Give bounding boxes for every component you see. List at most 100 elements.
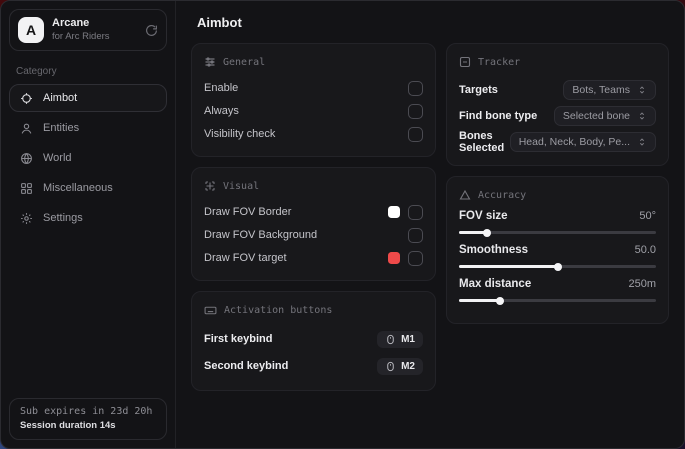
setting-label: Draw FOV Border — [204, 206, 291, 218]
sidebar-item-label: Entities — [43, 122, 79, 134]
slider-thumb[interactable] — [554, 263, 562, 271]
setting-value: 50.0 — [635, 244, 656, 256]
setting-row-enable: Enable — [204, 77, 423, 99]
draw-fov-background-checkbox[interactable] — [408, 228, 423, 243]
card-title: Tracker — [478, 57, 520, 68]
setting-value: 250m — [628, 278, 656, 290]
activation-buttons-card: Activation buttons First keybind M1 — [191, 291, 436, 391]
square-minus-icon — [459, 56, 471, 68]
general-card: General Enable Always Visibility check — [191, 43, 436, 157]
setting-row-always: Always — [204, 100, 423, 122]
sidebar-item-entities[interactable]: Entities — [9, 114, 167, 142]
setting-row-find-bone-type: Find bone type Selected bone — [459, 103, 656, 128]
accuracy-card: Accuracy FOV size 50° — [446, 176, 669, 324]
setting-label: Find bone type — [459, 110, 537, 122]
card-title: Accuracy — [478, 190, 526, 201]
card-title: General — [223, 57, 265, 68]
sidebar: A Arcane for Arc Riders Category Aimbot — [1, 1, 176, 448]
setting-row-visibility-check: Visibility check — [204, 123, 423, 145]
sidebar-item-label: Miscellaneous — [43, 182, 113, 194]
mouse-icon — [385, 361, 396, 372]
page-title: Aimbot — [197, 15, 669, 30]
sidebar-item-label: Settings — [43, 212, 83, 224]
sidebar-item-label: Aimbot — [43, 92, 77, 104]
triangle-icon — [459, 189, 471, 201]
category-label: Category — [16, 66, 160, 77]
setting-label: Always — [204, 105, 239, 117]
keyboard-icon — [204, 304, 217, 317]
slider-thumb[interactable] — [483, 229, 491, 237]
color-swatch-white[interactable] — [388, 206, 400, 218]
second-keybind-button[interactable]: M2 — [377, 358, 423, 375]
setting-row-smoothness: Smoothness 50.0 — [459, 244, 656, 268]
setting-label: Smoothness — [459, 244, 528, 256]
visibility-check-checkbox[interactable] — [408, 127, 423, 142]
sliders-icon — [204, 56, 216, 68]
color-swatch-red[interactable] — [388, 252, 400, 264]
dropdown-value: Head, Neck, Body, Pe... — [519, 136, 630, 148]
sidebar-nav: Aimbot Entities World — [9, 84, 167, 232]
slider-thumb[interactable] — [496, 297, 504, 305]
grid-icon — [20, 182, 33, 195]
tracker-card: Tracker Targets Bots, Teams — [446, 43, 669, 166]
setting-row-draw-fov-background: Draw FOV Background — [204, 224, 423, 246]
session-duration-text: Session duration 14s — [20, 420, 156, 431]
card-title: Activation buttons — [224, 305, 332, 316]
sidebar-item-world[interactable]: World — [9, 144, 167, 172]
setting-row-fov-size: FOV size 50° — [459, 210, 656, 234]
sidebar-item-settings[interactable]: Settings — [9, 204, 167, 232]
subscription-info: Sub expires in 23d 20h Session duration … — [9, 398, 167, 440]
setting-row-second-keybind: Second keybind M2 — [204, 353, 423, 379]
app-window: A Arcane for Arc Riders Category Aimbot — [0, 0, 685, 449]
unfold-icon — [637, 111, 647, 121]
draw-fov-border-checkbox[interactable] — [408, 205, 423, 220]
visual-card: Visual Draw FOV Border Draw FOV Backgrou… — [191, 167, 436, 281]
sub-expires-text: Sub expires in 23d 20h — [20, 406, 156, 417]
fov-size-slider[interactable] — [459, 231, 656, 234]
dropdown-value: Bots, Teams — [572, 84, 630, 96]
logo-card: A Arcane for Arc Riders — [9, 9, 167, 51]
bones-selected-dropdown[interactable]: Head, Neck, Body, Pe... — [510, 132, 656, 152]
setting-label: Targets — [459, 84, 498, 96]
setting-label: Second keybind — [204, 360, 288, 372]
setting-label: Draw FOV Background — [204, 229, 317, 241]
mouse-icon — [385, 334, 396, 345]
unfold-icon — [637, 85, 647, 95]
card-title: Visual — [223, 181, 259, 192]
smoothness-slider[interactable] — [459, 265, 656, 268]
gear-icon — [20, 212, 33, 225]
refresh-icon[interactable] — [145, 24, 158, 37]
logo-text: Arcane for Arc Riders — [52, 17, 110, 43]
max-distance-slider[interactable] — [459, 299, 656, 302]
dropdown-value: Selected bone — [563, 110, 630, 122]
enable-checkbox[interactable] — [408, 81, 423, 96]
setting-label: FOV size — [459, 210, 508, 222]
unfold-icon — [637, 137, 647, 147]
setting-label: Enable — [204, 82, 238, 94]
app-subtitle: for Arc Riders — [52, 31, 110, 43]
setting-label: Max distance — [459, 278, 531, 290]
sidebar-item-label: World — [43, 152, 72, 164]
setting-label: Draw FOV target — [204, 252, 287, 264]
setting-row-draw-fov-border: Draw FOV Border — [204, 201, 423, 223]
setting-label: First keybind — [204, 333, 272, 345]
crosshair-icon — [20, 92, 33, 105]
setting-label: Bones Selected — [459, 130, 510, 154]
first-keybind-button[interactable]: M1 — [377, 331, 423, 348]
draw-fov-target-checkbox[interactable] — [408, 251, 423, 266]
app-logo: A — [18, 17, 44, 43]
always-checkbox[interactable] — [408, 104, 423, 119]
main-content: Aimbot General Enable — [176, 1, 684, 448]
setting-row-draw-fov-target: Draw FOV target — [204, 247, 423, 269]
sidebar-item-aimbot[interactable]: Aimbot — [9, 84, 167, 112]
find-bone-type-dropdown[interactable]: Selected bone — [554, 106, 656, 126]
setting-value: 50° — [639, 210, 656, 222]
setting-label: Visibility check — [204, 128, 275, 140]
crosshair-plus-icon — [204, 180, 216, 192]
sidebar-item-miscellaneous[interactable]: Miscellaneous — [9, 174, 167, 202]
targets-dropdown[interactable]: Bots, Teams — [563, 80, 656, 100]
keybind-value: M2 — [401, 361, 415, 372]
keybind-value: M1 — [401, 334, 415, 345]
app-name: Arcane — [52, 17, 110, 31]
setting-row-first-keybind: First keybind M1 — [204, 326, 423, 352]
